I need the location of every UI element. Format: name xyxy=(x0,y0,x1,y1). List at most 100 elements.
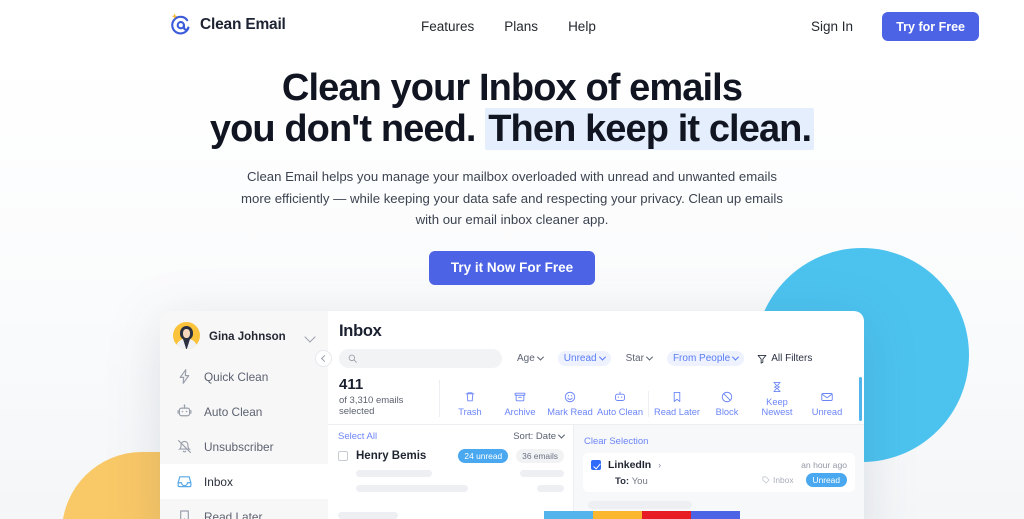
chevron-right-icon: › xyxy=(658,459,662,470)
message-top-row: LinkedIn › an hour ago xyxy=(591,459,847,471)
sidebar-collapse-button[interactable] xyxy=(315,350,332,367)
lists-container: Select All Sort: Date Henry Bemis 24 unr… xyxy=(328,377,864,519)
scrollbar[interactable] xyxy=(859,377,862,421)
action-auto-clean[interactable]: Auto Clean xyxy=(595,390,645,417)
trash-icon xyxy=(465,392,475,402)
archive-icon xyxy=(514,392,526,402)
message-recipient: To: You xyxy=(615,476,648,487)
to-label: To: xyxy=(615,475,630,487)
row-checkbox[interactable] xyxy=(338,450,348,461)
sidebar-item-label: Read Later xyxy=(204,509,263,519)
sort-label: Sort: Date xyxy=(513,430,556,442)
action-trash[interactable]: Trash xyxy=(445,390,495,417)
folder-tag-label: Inbox xyxy=(773,474,794,485)
email-count-badge: 36 emails xyxy=(516,448,564,463)
selection-summary: 411 of 3,310 emails selected xyxy=(339,377,439,417)
mark-read-icon xyxy=(564,391,576,402)
unsubscribe-icon xyxy=(176,438,193,455)
robot-icon xyxy=(176,403,193,420)
action-label: Auto Clean xyxy=(597,406,643,417)
page-title: Clean your Inbox of emails you don't nee… xyxy=(0,67,1024,151)
filter-label: Unread xyxy=(563,353,597,364)
selection-subtitle: of 3,310 emails selected xyxy=(339,394,404,417)
all-filters-label: All Filters xyxy=(771,353,813,364)
chevron-down-icon xyxy=(304,331,316,343)
selection-toolbar: 411 of 3,310 emails selected Trash Archi… xyxy=(328,368,864,425)
sender-name: Henry Bemis xyxy=(356,449,427,462)
hero-heading-highlight: Then keep it clean. xyxy=(485,108,815,151)
clear-selection-link[interactable]: Clear Selection xyxy=(584,436,648,447)
select-all-link[interactable]: Select All xyxy=(338,431,377,442)
action-archive[interactable]: Archive xyxy=(495,390,545,417)
bookmark-icon xyxy=(176,508,193,519)
unread-badge: 24 unread xyxy=(458,448,509,463)
sort-control[interactable]: Sort: Date xyxy=(513,430,566,442)
nav-item-help[interactable]: Help xyxy=(568,19,596,34)
table-row[interactable]: Henry Bemis 24 unread 36 emails xyxy=(328,447,573,463)
sidebar-item-unsubscriber[interactable]: Unsubscriber xyxy=(160,429,328,464)
tile-trash[interactable] xyxy=(642,511,691,519)
sidebar-item-quick-clean[interactable]: Quick Clean xyxy=(160,359,328,394)
bolt-icon xyxy=(176,368,193,385)
skeleton-bar xyxy=(520,469,564,477)
filter-label: From People xyxy=(672,353,731,364)
sidebar-item-auto-clean[interactable]: Auto Clean xyxy=(160,394,328,429)
sender-list-header: Select All Sort: Date xyxy=(328,425,573,447)
message-list-header: Clear Selection xyxy=(574,425,864,453)
hero-section: Clean your Inbox of emails you don't nee… xyxy=(0,52,1024,285)
search-box[interactable] xyxy=(339,349,502,368)
site-header: Clean Email Features Plans Help Sign In … xyxy=(0,0,1024,52)
action-block[interactable]: Block xyxy=(702,390,752,417)
sidebar-item-inbox[interactable]: Inbox xyxy=(160,464,328,499)
message-bottom-row: To: You Inbox Unread xyxy=(591,472,847,487)
chevron-down-icon xyxy=(557,431,566,439)
filter-age[interactable]: Age xyxy=(511,351,549,366)
action-label: Read Later xyxy=(654,406,700,417)
skeleton-bar xyxy=(537,484,564,492)
all-filters-button[interactable]: All Filters xyxy=(753,353,812,364)
tile-auto-clean[interactable] xyxy=(691,511,740,519)
account-switcher[interactable]: Gina Johnson xyxy=(160,311,328,359)
logo-text: Clean Email xyxy=(200,15,286,33)
action-label: Keep Newest xyxy=(761,396,793,417)
filter-from-people[interactable]: From People xyxy=(666,351,745,366)
sender-list: Select All Sort: Date Henry Bemis 24 unr… xyxy=(328,424,740,519)
action-keep-newest[interactable]: Keep Newest xyxy=(752,380,802,417)
filter-star[interactable]: Star xyxy=(620,351,658,366)
nav-item-plans[interactable]: Plans xyxy=(504,19,538,34)
toolbar-divider xyxy=(648,390,649,417)
filter-label: Star xyxy=(625,353,644,364)
chevron-down-icon xyxy=(536,353,544,361)
message-card[interactable]: LinkedIn › an hour ago To: You Inbox Unr… xyxy=(583,452,855,492)
avatar xyxy=(173,322,200,349)
skeleton-bar xyxy=(356,484,468,492)
sidebar-item-read-later[interactable]: Read Later xyxy=(160,499,328,519)
status-badge: Unread xyxy=(805,472,847,487)
try-for-free-button[interactable]: Try for Free xyxy=(882,12,979,41)
skeleton-bar xyxy=(588,500,692,509)
action-unread[interactable]: Unread xyxy=(802,390,852,417)
logo[interactable]: Clean Email xyxy=(168,12,286,37)
nav-item-features[interactable]: Features xyxy=(421,19,474,34)
try-it-now-for-free-button[interactable]: Try it Now For Free xyxy=(428,250,596,285)
action-mark-read[interactable]: Mark Read xyxy=(545,390,595,417)
folder-tag: Inbox xyxy=(762,475,794,485)
at-sparkle-icon xyxy=(168,12,193,37)
chevron-down-icon xyxy=(598,353,606,361)
hero-heading-line2-plain: you don't need. xyxy=(209,108,486,151)
tile-block[interactable] xyxy=(593,511,642,519)
message-checkbox[interactable] xyxy=(591,459,601,470)
sign-in-link[interactable]: Sign In xyxy=(811,19,853,34)
search-input[interactable] xyxy=(362,353,482,364)
sidebar-item-label: Auto Clean xyxy=(204,404,263,419)
action-read-later[interactable]: Read Later xyxy=(652,390,702,417)
envelope-icon xyxy=(821,392,833,401)
action-label: Mark Read xyxy=(547,406,593,417)
action-label: Unread xyxy=(811,406,843,417)
chevron-down-icon xyxy=(732,353,740,361)
tile-archive[interactable] xyxy=(544,511,593,519)
filter-unread[interactable]: Unread xyxy=(557,351,611,366)
sidebar-item-label: Quick Clean xyxy=(204,369,269,384)
search-icon xyxy=(348,354,357,363)
row-skeleton-group xyxy=(328,463,573,519)
